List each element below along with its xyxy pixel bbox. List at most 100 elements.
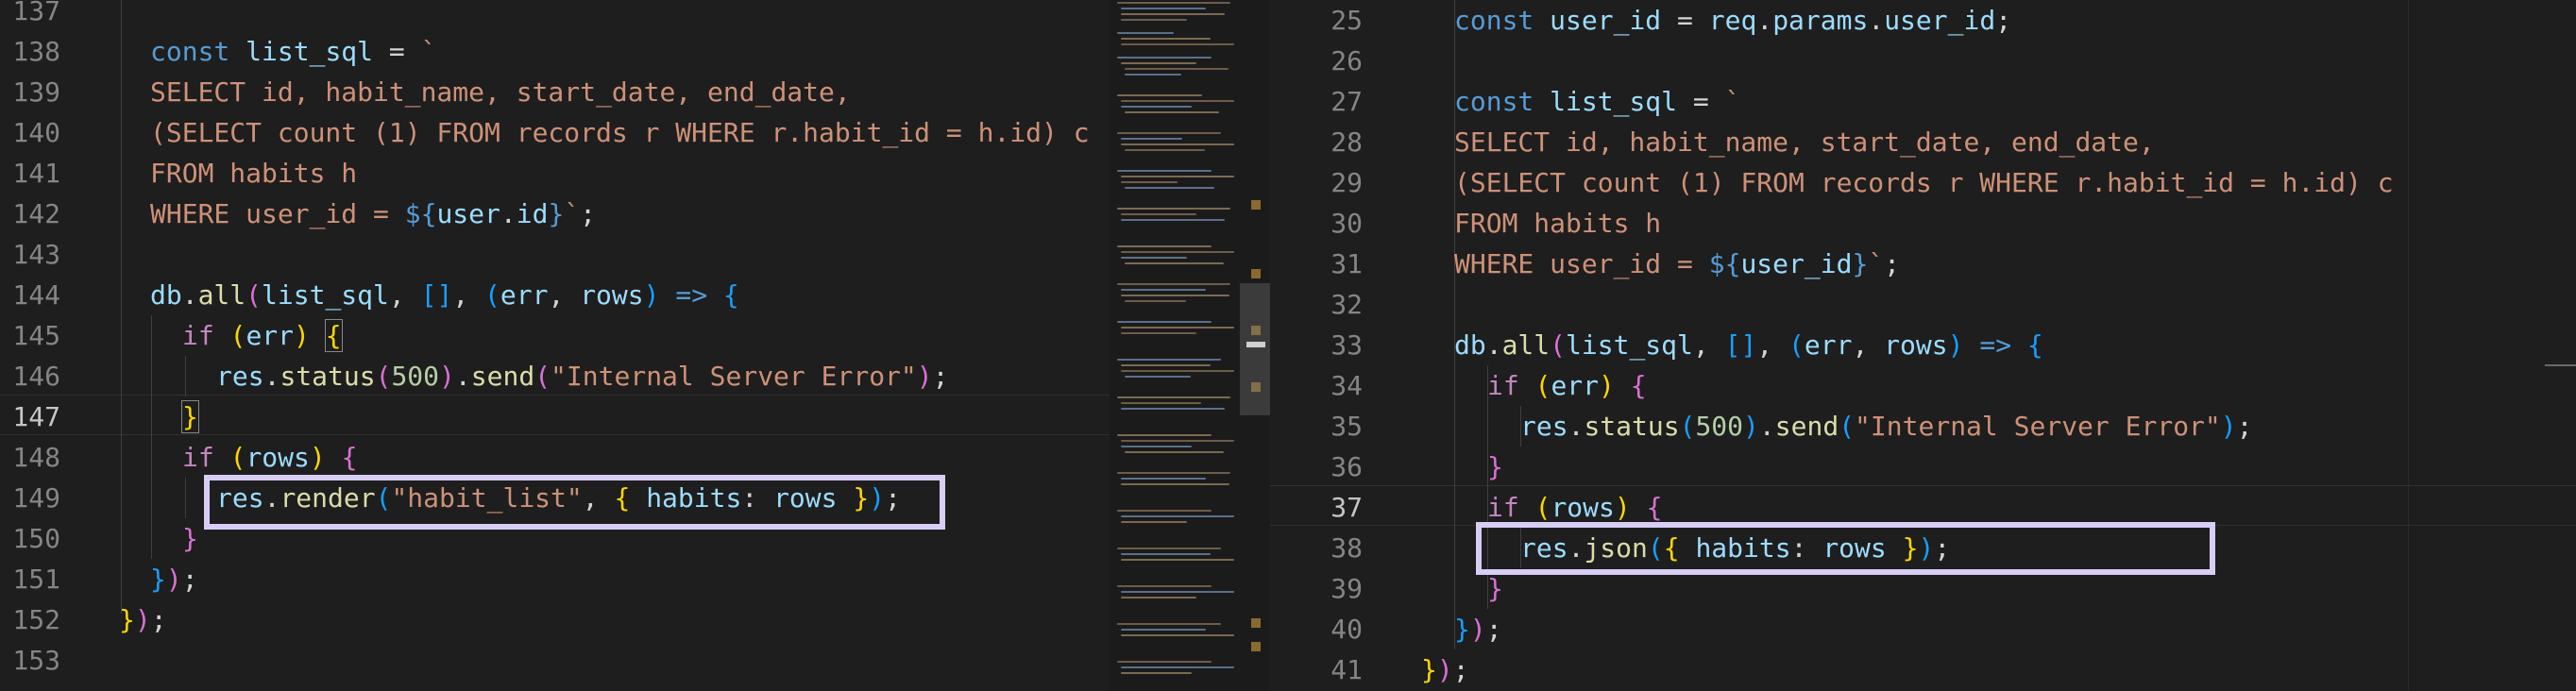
- minimap-line: [1121, 106, 1192, 108]
- line-number: 41: [1330, 654, 1363, 685]
- minimap-line: [1117, 548, 1221, 549]
- line-number: 34: [1330, 370, 1363, 401]
- code-line: });: [1421, 654, 1469, 685]
- line-number: 140: [12, 117, 60, 148]
- line-number: 153: [12, 645, 60, 676]
- highlight-box: [204, 475, 945, 530]
- indent-guide: [185, 356, 186, 396]
- minimap-line: [1121, 19, 1187, 21]
- left-editor-pane[interactable]: 137 138 139 140 141 142 143 144 145 146 …: [0, 0, 1110, 691]
- line-number: 143: [12, 239, 60, 270]
- minimap-line: [1125, 187, 1214, 189]
- minimap-line: [1121, 446, 1192, 447]
- minimap-line: [1125, 300, 1186, 302]
- minimap-line: [1117, 396, 1230, 398]
- minimap-change-marker: [1251, 200, 1261, 210]
- line-number: 145: [12, 320, 60, 351]
- minimap-line: [1121, 100, 1234, 102]
- minimap-line: [1121, 62, 1196, 64]
- code-line: res.status(500).send("Internal Server Er…: [216, 361, 949, 392]
- line-number: 139: [12, 76, 60, 108]
- minimap-line: [1121, 181, 1178, 183]
- minimap-line: [1125, 451, 1224, 453]
- minimap-line: [1121, 289, 1206, 291]
- minimap-line: [1121, 521, 1187, 523]
- line-number: 36: [1330, 451, 1363, 482]
- code-line: WHERE user_id = ${user.id}`;: [150, 198, 597, 229]
- scrollbar-track[interactable]: [2408, 0, 2409, 691]
- minimap-line: [1121, 213, 1196, 215]
- minimap-line: [1121, 515, 1234, 517]
- line-number: 152: [12, 604, 60, 635]
- minimap-line: [1121, 327, 1234, 329]
- code-line: }: [182, 523, 198, 554]
- minimap-line: [1121, 597, 1196, 598]
- minimap-line: [1121, 666, 1234, 668]
- minimap-change-marker: [1251, 269, 1261, 278]
- minimap-line: [1121, 483, 1229, 485]
- minimap-line: [1125, 111, 1219, 113]
- minimap-line: [1117, 623, 1221, 625]
- line-number: 142: [12, 198, 60, 229]
- line-number: 29: [1330, 167, 1363, 198]
- minimap-line: [1121, 672, 1192, 674]
- minimap-line: [1121, 257, 1187, 259]
- minimap-line: [1117, 283, 1230, 285]
- minimap-line: [1121, 219, 1225, 221]
- minimap-line: [1121, 364, 1211, 366]
- minimap-line: [1121, 629, 1206, 631]
- line-number: 148: [12, 442, 60, 473]
- line-number: 25: [1330, 5, 1363, 36]
- minimap-line: [1121, 332, 1196, 334]
- minimap-line: [1117, 359, 1221, 361]
- minimap-line: [1125, 376, 1191, 378]
- code-line: if (rows) {: [182, 442, 358, 473]
- code-line: FROM habits h: [1454, 208, 1662, 239]
- code-line: });: [1454, 614, 1502, 645]
- line-number: 39: [1330, 573, 1363, 604]
- minimap-line: [1125, 149, 1205, 151]
- minimap[interactable]: [1110, 0, 1270, 691]
- line-number: 33: [1330, 329, 1363, 361]
- line-number: 138: [12, 36, 60, 67]
- line-number: 32: [1330, 289, 1363, 320]
- minimap-line: [1125, 74, 1181, 76]
- minimap-line: [1121, 559, 1234, 561]
- code-line: if (err) {: [1487, 370, 1647, 401]
- current-line-highlight: [0, 395, 1110, 435]
- minimap-line: [1121, 370, 1234, 372]
- line-number: 40: [1330, 614, 1363, 645]
- code-line: }: [1487, 451, 1503, 482]
- line-number: 151: [12, 564, 60, 595]
- line-number-active: 37: [1330, 492, 1363, 523]
- minimap-line: [1117, 132, 1221, 134]
- code-line: db.all(list_sql, [], (err, rows) => {: [150, 279, 739, 311]
- line-number: 30: [1330, 208, 1363, 239]
- minimap-line: [1117, 321, 1212, 323]
- current-line-highlight: [1270, 485, 2576, 526]
- minimap-cursor-marker: [1246, 342, 1265, 347]
- minimap-line: [1117, 472, 1230, 474]
- line-number: 146: [12, 361, 60, 392]
- minimap-line: [1121, 591, 1234, 593]
- minimap-line: [1117, 2, 1230, 4]
- right-editor-pane[interactable]: 25 26 27 28 29 30 31 32 33 34 35 36 37 3…: [1270, 0, 2576, 691]
- minimap-line: [1121, 38, 1211, 40]
- line-number: 137: [12, 0, 60, 26]
- code-line: });: [150, 564, 198, 595]
- minimap-line: [1121, 13, 1225, 15]
- minimap-viewport-slider[interactable]: [1240, 283, 1270, 415]
- minimap-line: [1121, 8, 1206, 9]
- minimap-line: [1117, 208, 1230, 210]
- code-line: });: [119, 604, 167, 635]
- line-number: 38: [1330, 532, 1363, 564]
- minimap-line: [1121, 43, 1234, 45]
- line-number: 27: [1330, 86, 1363, 117]
- code-line: WHERE user_id = ${user_id}`;: [1454, 248, 1901, 279]
- code-line: FROM habits h: [150, 158, 358, 189]
- line-number: 149: [12, 482, 60, 514]
- line-number: 141: [12, 158, 60, 189]
- minimap-line: [1117, 94, 1202, 96]
- minimap-line: [1117, 170, 1212, 172]
- code-line: }: [181, 400, 199, 433]
